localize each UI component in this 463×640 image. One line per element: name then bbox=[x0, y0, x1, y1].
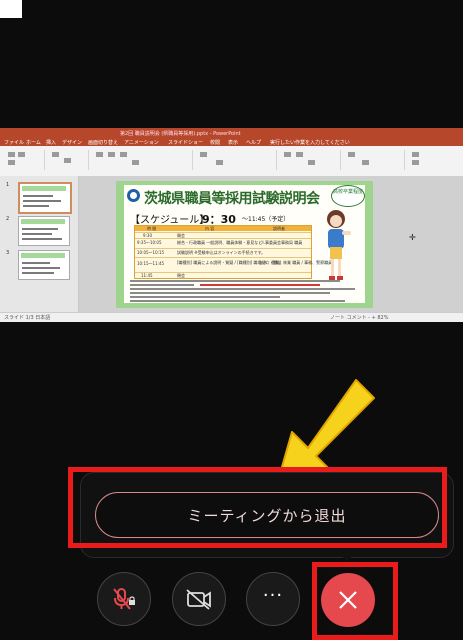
schedule-table: 時 間 内 容 説明者 9:30 開会 9:35〜10:05 総合・行政職員 一… bbox=[134, 225, 332, 279]
row-content: 試験説明 ※受験申込はオンラインの手続きです。 bbox=[177, 250, 266, 255]
ribbon-group bbox=[92, 150, 193, 170]
mic-off-lock-icon bbox=[113, 588, 135, 610]
table-row: 10:05〜10:15 試験説明 ※受験申込はオンラインの手続きです。 bbox=[135, 248, 311, 257]
video-off-icon bbox=[186, 589, 211, 610]
ppt-tab: ファイル bbox=[4, 140, 25, 146]
status-left: スライド 1/3 日本語 bbox=[4, 315, 51, 321]
end-call-button[interactable] bbox=[321, 573, 375, 627]
row-time: 10:05〜10:15 bbox=[137, 250, 165, 255]
slide-content: 茨城県職員等採用試験説明会 高校卒業程度 【スケジュール】 9：30 〜11:4… bbox=[124, 185, 365, 303]
ppt-ribbon bbox=[0, 146, 463, 177]
row-content: 総合・行政職員 一般説明、職員体験・意見など bbox=[177, 240, 263, 245]
ppt-tab: 挿入 bbox=[46, 140, 57, 146]
thumb-number: 1 bbox=[6, 182, 10, 188]
ppt-tab: スライドショー bbox=[168, 140, 204, 146]
status-right: ノート コメント - + 82% bbox=[330, 315, 389, 321]
ppt-window-title: 第2回 職員説明会 (県職員等採用).pptx - PowerPoint bbox=[120, 131, 241, 137]
ppt-tab: デザイン bbox=[62, 140, 83, 146]
ppt-ribbon-tabs: ファイル ホーム 挿入 デザイン 画面切り替え アニメーション スライドショー … bbox=[0, 138, 463, 146]
ribbon-group bbox=[344, 150, 405, 170]
slide-thumbnail bbox=[18, 216, 70, 246]
video-button[interactable] bbox=[172, 572, 226, 626]
schedule-table-header: 時 間 内 容 説明者 bbox=[135, 226, 311, 231]
mascot-illustration bbox=[327, 210, 351, 280]
schedule-end-time: 〜11:45（予定） bbox=[242, 216, 290, 223]
thumb-number: 2 bbox=[6, 216, 10, 222]
shared-screen: 第2回 職員説明会 (県職員等採用).pptx - PowerPoint ファイ… bbox=[0, 128, 463, 322]
ppt-thumbnail-pane: 1 2 3 bbox=[0, 176, 79, 312]
close-icon bbox=[339, 591, 357, 609]
ribbon-group bbox=[48, 150, 89, 170]
ppt-tab: ホーム bbox=[26, 140, 41, 146]
table-row: 11:45 閉会 bbox=[135, 272, 311, 278]
row-time: 10:15〜11:45 bbox=[137, 261, 165, 266]
more-icon: ··· bbox=[262, 585, 284, 606]
table-row: 9:35〜10:05 総合・行政職員 一般説明、職員体験・意見など 人事委員会事… bbox=[135, 238, 311, 248]
ppt-tab: 画面切り替え bbox=[88, 140, 119, 146]
ribbon-group bbox=[280, 150, 341, 170]
status-bar-fragment bbox=[0, 0, 22, 18]
ppt-tab: 校閲 bbox=[210, 140, 221, 146]
ribbon-group bbox=[4, 150, 45, 170]
ppt-tab: ヘルプ bbox=[246, 140, 262, 146]
thumb-number: 3 bbox=[6, 250, 10, 256]
slide: 茨城県職員等採用試験説明会 高校卒業程度 【スケジュール】 9：30 〜11:4… bbox=[116, 181, 373, 308]
ppt-slide-canvas: 茨城県職員等採用試験説明会 高校卒業程度 【スケジュール】 9：30 〜11:4… bbox=[79, 176, 463, 312]
ppt-tab: 表示 bbox=[228, 140, 239, 146]
ppt-title-bar: 第2回 職員説明会 (県職員等採用).pptx - PowerPoint bbox=[0, 128, 463, 138]
row-presenter: 人事委員会事務局 職員 bbox=[261, 240, 303, 245]
slide-thumbnail bbox=[18, 182, 72, 214]
slide-title: 茨城県職員等採用試験説明会 bbox=[144, 191, 320, 207]
row-time: 11:45 bbox=[141, 273, 153, 278]
ppt-status-bar: スライド 1/3 日本語 ノート コメント - + 82% bbox=[0, 312, 463, 322]
row-content: 閉会 bbox=[177, 273, 185, 278]
ppt-tell-me: 実行したい作業を入力してください bbox=[270, 140, 350, 146]
popup-pointer bbox=[337, 552, 357, 561]
leave-meeting-button[interactable]: ミーティングから退出 bbox=[95, 492, 439, 538]
mouse-cursor-icon: ✛ bbox=[409, 233, 416, 242]
schedule-label: 【スケジュール】 bbox=[130, 215, 210, 226]
row-time: 9:35〜10:05 bbox=[137, 240, 162, 245]
ppt-tab: アニメーション bbox=[124, 140, 159, 146]
slide-badge: 高校卒業程度 bbox=[331, 185, 365, 207]
mute-button[interactable] bbox=[97, 572, 151, 626]
prefecture-logo-icon bbox=[127, 189, 140, 202]
table-row: 10:15〜11:45 [職種別] 職員による説明・質疑 / [職種別] 職場紹… bbox=[135, 257, 332, 272]
slide-thumbnail bbox=[18, 250, 70, 280]
ribbon-group bbox=[408, 150, 458, 170]
more-button[interactable]: ··· bbox=[246, 572, 300, 626]
ribbon-group bbox=[196, 150, 277, 170]
